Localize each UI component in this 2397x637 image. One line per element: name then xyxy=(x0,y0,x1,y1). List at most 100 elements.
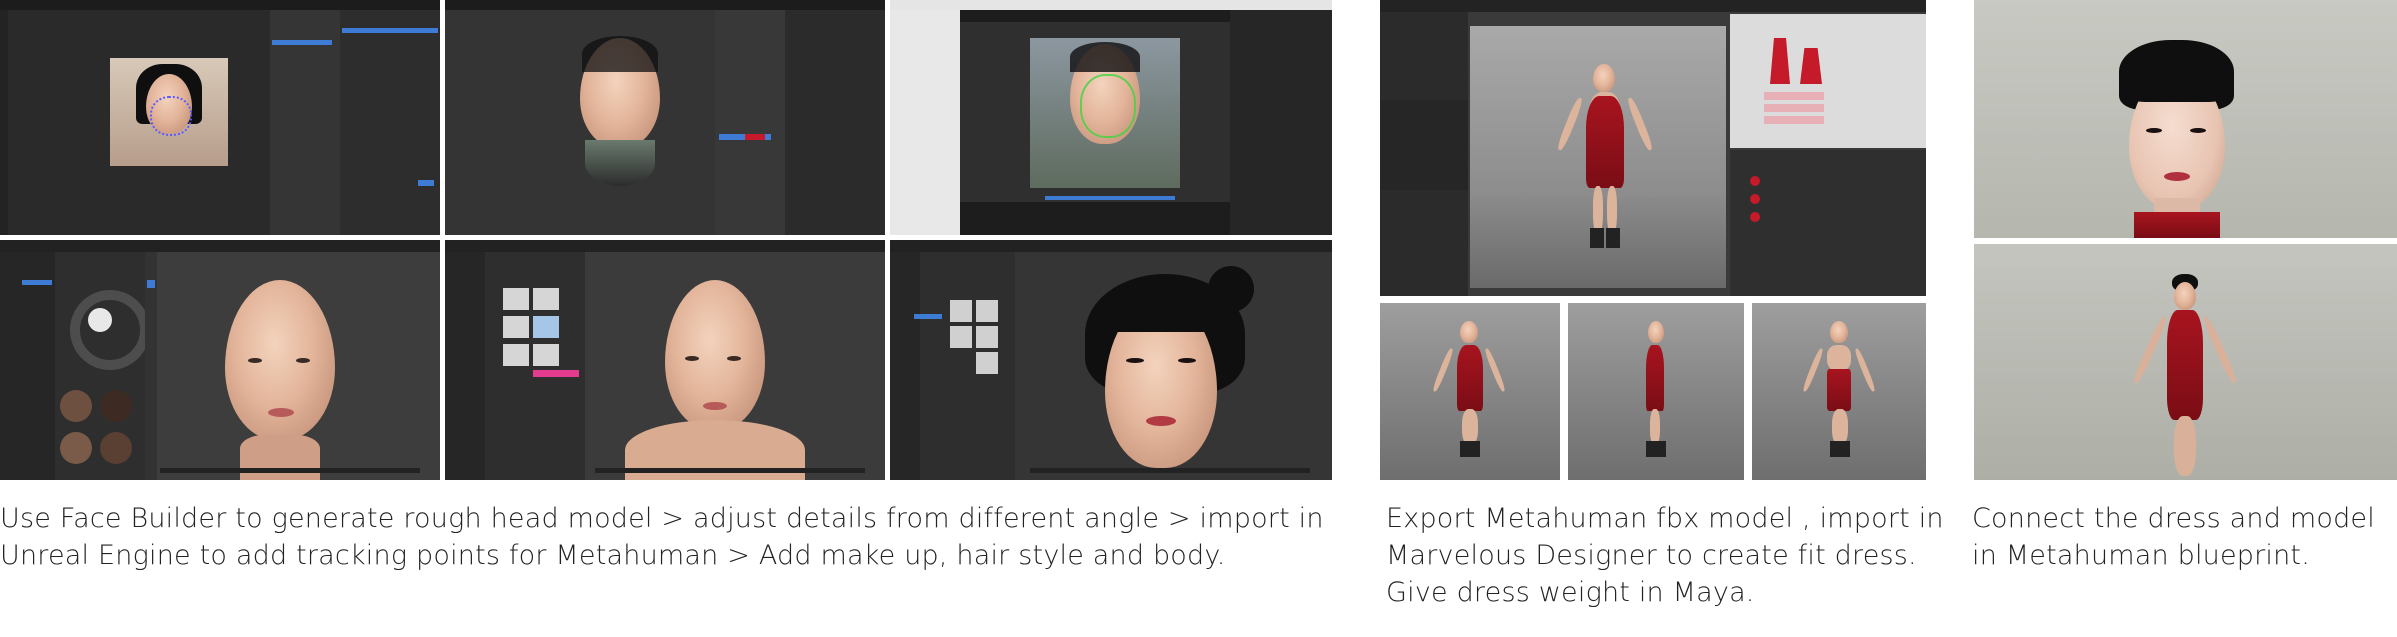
eye-preset-icon[interactable] xyxy=(503,316,529,338)
pattern-piece-ruffle-2[interactable] xyxy=(1764,104,1824,112)
head-hair-remnant xyxy=(582,36,658,72)
hair-preset-icon[interactable] xyxy=(976,326,998,348)
eye-preset-icon[interactable] xyxy=(533,344,559,366)
red-dress xyxy=(1827,369,1851,411)
red-dress xyxy=(1586,96,1624,188)
avatar-right-leg xyxy=(1607,186,1617,234)
pattern-piece-ruffle-3[interactable] xyxy=(1764,116,1824,124)
left-eye xyxy=(1126,358,1144,363)
lips xyxy=(1146,416,1176,426)
red-dress xyxy=(2167,310,2203,420)
avatar-right-arm xyxy=(1853,347,1877,393)
fabric-swatch-1[interactable] xyxy=(1750,176,1760,186)
preset-thumb-2[interactable] xyxy=(100,390,132,422)
red-dress-collar xyxy=(2134,212,2220,238)
avatar-head xyxy=(2174,282,2196,310)
object-browser[interactable] xyxy=(1380,100,1468,190)
avatar-legs xyxy=(1462,409,1478,445)
eye-preset-icon[interactable] xyxy=(503,288,529,310)
preset-thumb-4[interactable] xyxy=(100,432,132,464)
app-menubar[interactable] xyxy=(445,0,885,10)
left-toolbar[interactable] xyxy=(0,10,8,235)
content-browser[interactable] xyxy=(890,10,960,235)
hair-preset-icon[interactable] xyxy=(950,326,972,348)
timeline-strip[interactable] xyxy=(160,468,420,473)
metahuman-nav-sidebar[interactable] xyxy=(890,252,920,480)
eye-preset-icon[interactable] xyxy=(533,316,559,338)
metahuman-nav-sidebar[interactable] xyxy=(0,252,55,480)
right-eye xyxy=(2190,128,2206,133)
hair-preset-icon[interactable] xyxy=(976,300,998,322)
metahuman-titlebar[interactable] xyxy=(0,240,440,252)
toolstrip-button[interactable] xyxy=(147,280,155,288)
metahuman-titlebar[interactable] xyxy=(890,240,1332,252)
fabric-swatch-2[interactable] xyxy=(1750,194,1760,204)
preset-thumb-1[interactable] xyxy=(60,390,92,422)
hair-bangs xyxy=(2124,64,2230,102)
avatar-head xyxy=(1648,321,1664,343)
neck-body xyxy=(240,435,320,480)
left-eye xyxy=(248,358,262,363)
hair-preset-icon[interactable] xyxy=(950,300,972,322)
avatar-left-arm xyxy=(1431,347,1455,393)
head-neck-base xyxy=(585,140,655,186)
screenshot-metahuman-bald xyxy=(0,240,440,480)
avatar-legs xyxy=(1832,409,1848,445)
details-panel[interactable] xyxy=(1230,10,1332,235)
properties-panel[interactable] xyxy=(715,10,785,235)
screenshot-metahuman-eyes xyxy=(445,240,885,480)
outliner-panel[interactable] xyxy=(340,10,440,235)
screenshot-rough-head xyxy=(445,0,885,235)
timeline-bar[interactable] xyxy=(1045,196,1175,200)
eye-preset-apply-button[interactable] xyxy=(533,370,579,377)
selected-collection-row[interactable] xyxy=(272,40,332,45)
fabric-swatch-3[interactable] xyxy=(1750,212,1760,222)
tracking-point-icon[interactable] xyxy=(1080,74,1136,138)
caption-marvelous-workflow: Export Metahuman fbx model , import in M… xyxy=(1386,503,1944,608)
outliner-selected-row[interactable] xyxy=(342,28,438,33)
hair-bangs xyxy=(1104,290,1220,332)
property-editor[interactable] xyxy=(1730,150,1926,296)
avatar-right-arm xyxy=(1483,347,1507,393)
metahuman-nav-sidebar[interactable] xyxy=(445,252,485,480)
reference-photo xyxy=(110,58,228,166)
avatar-left-arm xyxy=(1801,347,1825,393)
timeline-strip[interactable] xyxy=(1030,468,1310,473)
hair-preset-panel[interactable] xyxy=(920,252,1015,480)
screenshot-facebuilder-photo xyxy=(0,0,440,235)
maya-render-side xyxy=(1568,303,1744,480)
left-boot xyxy=(1590,228,1604,248)
2d-pattern-window xyxy=(1730,14,1926,148)
boots xyxy=(1460,441,1480,457)
left-eye xyxy=(2146,128,2162,133)
pattern-piece-ruffle-1[interactable] xyxy=(1764,92,1824,100)
right-eye xyxy=(727,356,741,361)
hair-category-selected[interactable] xyxy=(914,314,942,319)
warning-bar xyxy=(745,134,765,140)
eye-preset-panel[interactable] xyxy=(485,252,585,480)
maya-render-front xyxy=(1380,303,1560,480)
nav-selected-item[interactable] xyxy=(22,280,52,285)
right-eye xyxy=(1178,358,1196,363)
hair-preset-icon[interactable] xyxy=(976,352,998,374)
eye-preset-icon[interactable] xyxy=(503,344,529,366)
unreal-menubar[interactable] xyxy=(890,0,1332,10)
avatar-legs xyxy=(1650,409,1660,445)
lips xyxy=(703,402,727,410)
right-eye xyxy=(296,358,310,363)
apply-button[interactable] xyxy=(418,180,434,186)
tracking-point-icon[interactable] xyxy=(150,96,192,136)
preset-thumb-3[interactable] xyxy=(60,432,92,464)
blend-wheel-center[interactable] xyxy=(88,308,112,332)
avatar-back xyxy=(1827,345,1851,371)
blend-wheel[interactable] xyxy=(70,290,150,370)
right-boot xyxy=(1606,228,1620,248)
eye-preset-icon[interactable] xyxy=(533,288,559,310)
metahuman-titlebar[interactable] xyxy=(445,240,885,252)
app-menubar[interactable] xyxy=(0,0,440,10)
marvelous-menubar[interactable] xyxy=(1380,0,1926,12)
timeline-strip[interactable] xyxy=(595,468,865,473)
avatar-head xyxy=(1460,321,1478,343)
outliner-panel[interactable] xyxy=(785,10,885,235)
avatar-legs xyxy=(2174,416,2196,476)
